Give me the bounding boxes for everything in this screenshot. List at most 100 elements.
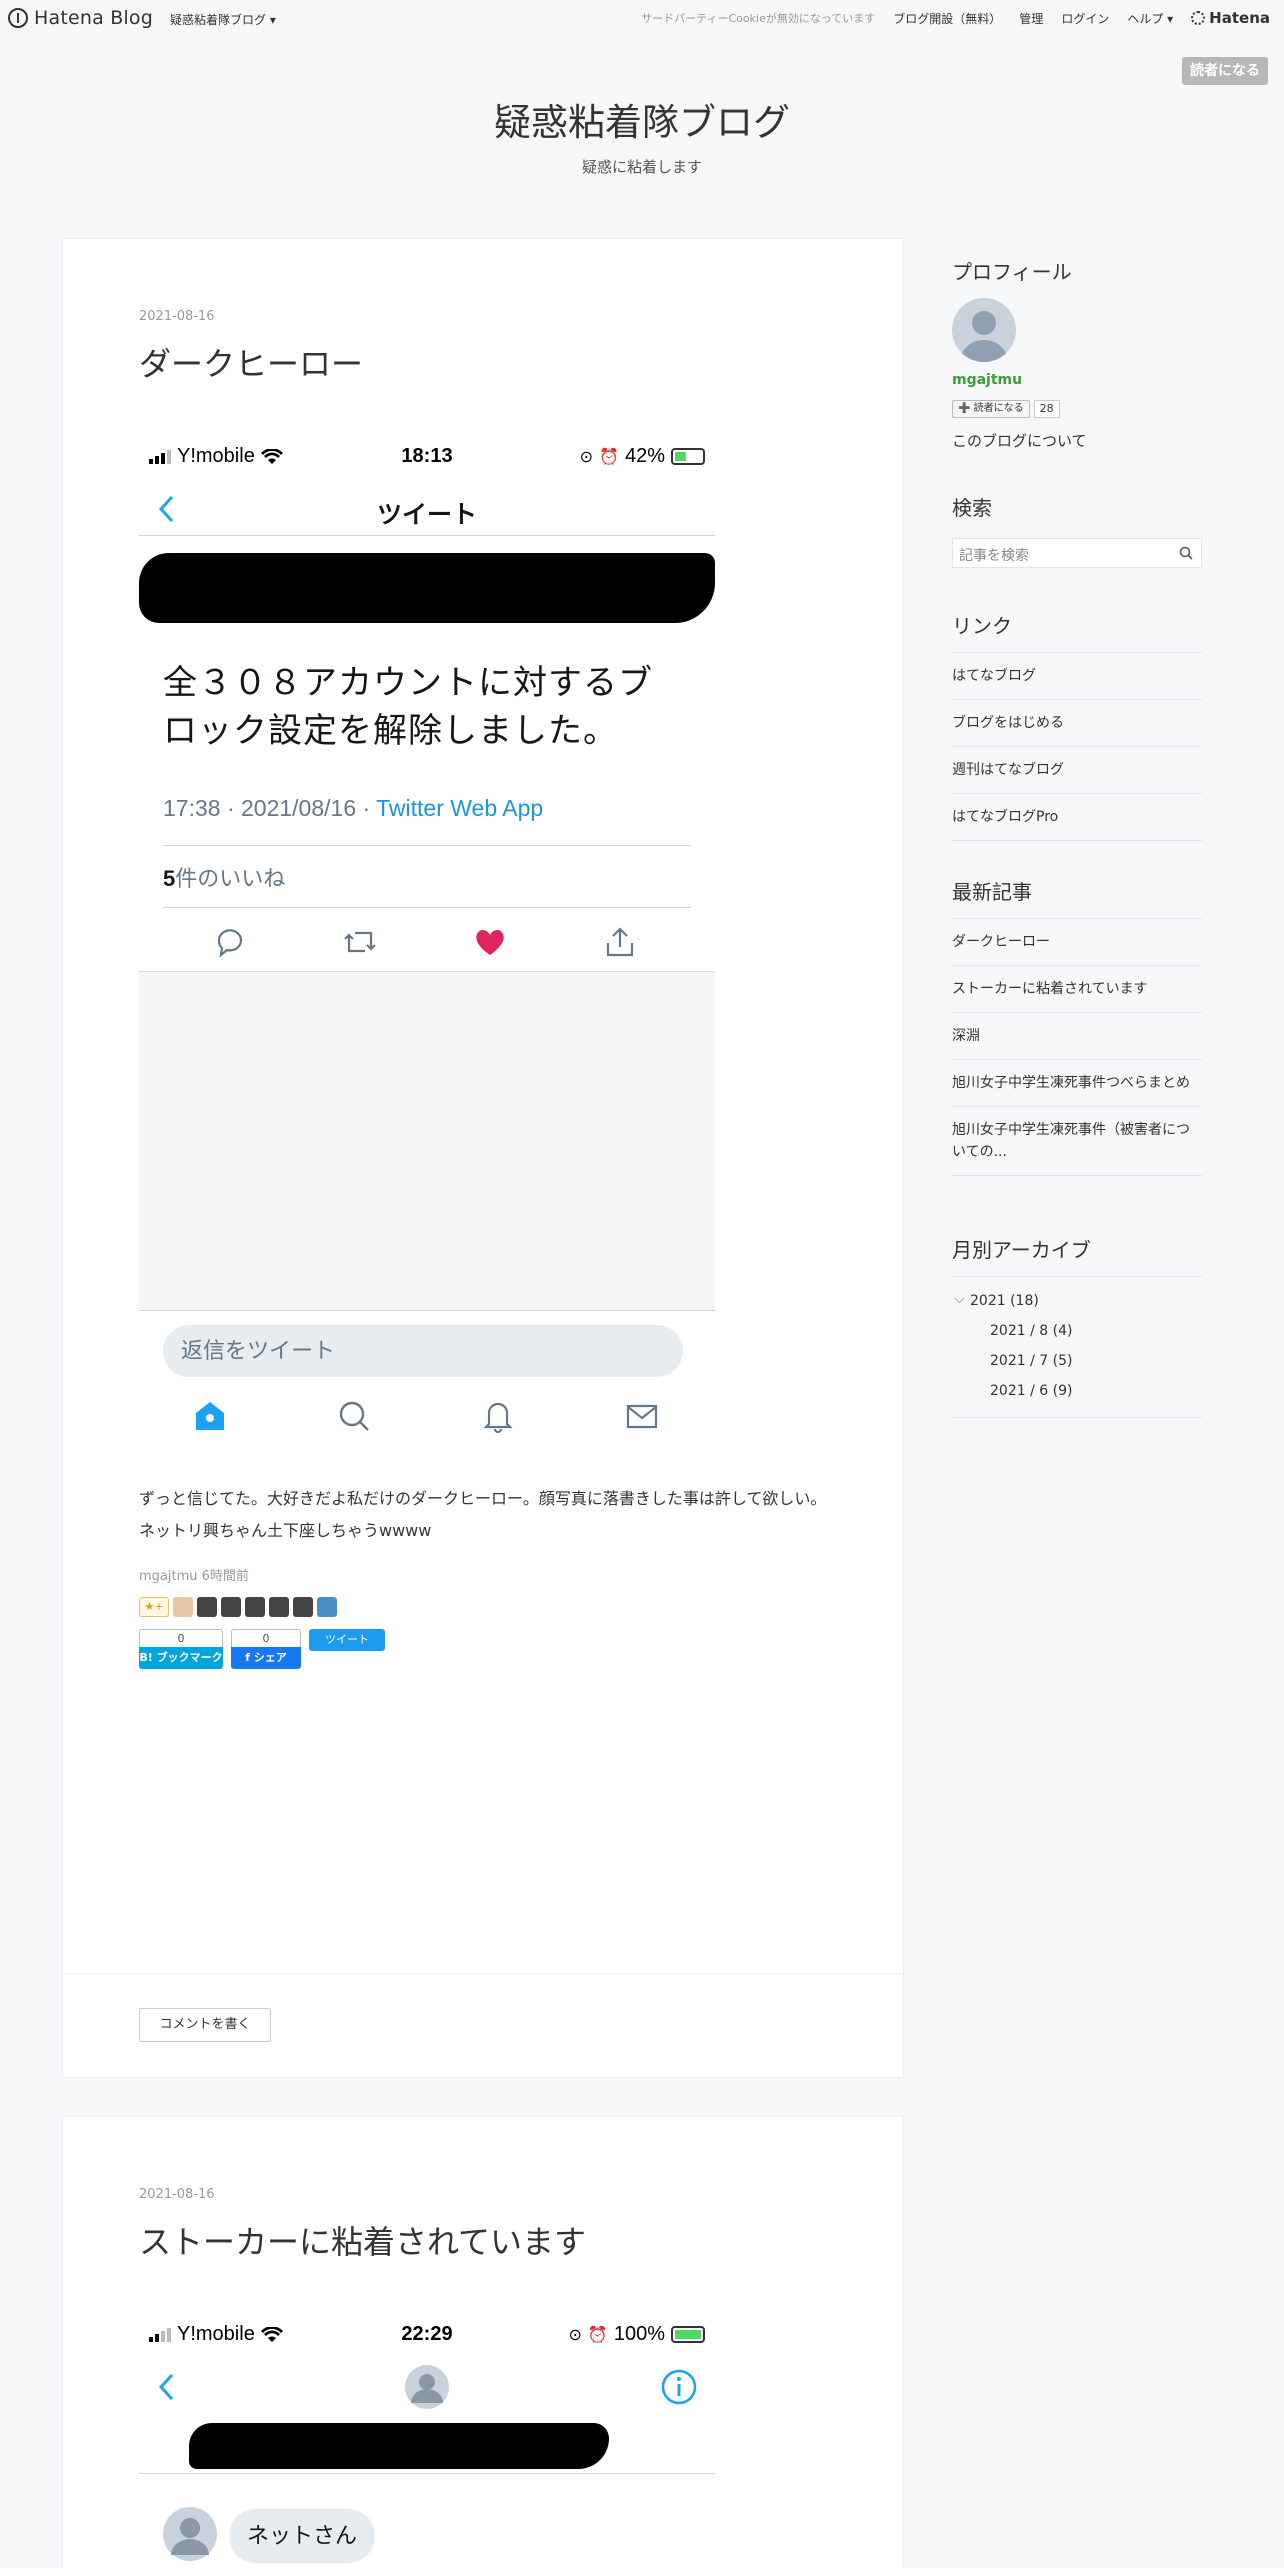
redaction (189, 2423, 609, 2469)
likes-count: 5件のいいね (163, 866, 286, 891)
reply-input: 返信をツイート (163, 1325, 683, 1377)
sender-avatar-icon (163, 2507, 217, 2561)
back-arrow-icon (158, 2373, 174, 2401)
recent-item[interactable]: 深淵 (952, 1012, 1202, 1059)
article-footer: コメントを書く (63, 1973, 903, 2077)
hatena-dots-icon (1191, 11, 1206, 25)
info-icon (661, 2369, 697, 2405)
user-avatar-icon (960, 311, 1008, 362)
article-title[interactable]: ストーカーに粘着されています (139, 2217, 586, 2263)
tab-bar (139, 1399, 715, 1439)
author-line[interactable]: mgajtmu 6時間前 (139, 1565, 249, 1584)
star-avatar[interactable] (221, 1597, 241, 1617)
recent-item[interactable]: ストーカーに粘着されています (952, 965, 1202, 1012)
help-menu[interactable]: ヘルプ ▾ (1127, 10, 1173, 27)
recent-item[interactable]: ダークヒーロー (952, 918, 1202, 965)
article-card: 2021-08-16 ダークヒーロー Y!mobile 18:13 ⊙ ⏰ 42… (62, 238, 904, 2078)
article-title[interactable]: ダークヒーロー (139, 339, 363, 385)
tweet-text: 全３０８アカウントに対するブロック設定を解除しました。 (163, 664, 653, 750)
status-bar: Y!mobile 18:13 ⊙ ⏰ 42% (139, 435, 715, 475)
status-bar: Y!mobile 22:29 ⊙ ⏰ 100% (139, 2313, 715, 2353)
tweet-screenshot: Y!mobile 18:13 ⊙ ⏰ 42% ツイート 全３０８アカウントに対す… (139, 435, 715, 1475)
about-blog-link[interactable]: このブログについて (952, 430, 1087, 451)
archive-month[interactable]: 2021 / 6 (9) (990, 1383, 1072, 1399)
notifications-icon (483, 1402, 513, 1433)
screen-header: ツイート (376, 501, 477, 529)
empty-area (139, 971, 715, 1311)
tweet-meta: 17:38 · 2021/08/16 · Twitter Web App (163, 795, 544, 821)
link-item[interactable]: はてなブログ (952, 652, 1202, 699)
chat-screenshot: Y!mobile 22:29 ⊙ ⏰ 100% ネットさん (139, 2313, 715, 2568)
battery-icon (671, 448, 705, 465)
login-link[interactable]: ログイン (1061, 10, 1109, 27)
archive-month[interactable]: 2021 / 8 (4) (990, 1323, 1072, 1339)
search-heading: 検索 (952, 496, 992, 520)
article-date[interactable]: 2021-08-16 (139, 309, 215, 324)
alarm-icon: ⏰ (599, 448, 619, 466)
hatena-logo-icon (8, 8, 28, 28)
article-body: ずっと信じてた。大好きだよ私だけのダークヒーロー。顔写真に落書きした事は許して欲… (139, 1489, 827, 1540)
share-buttons: 0 B! ブックマーク 0 f シェア ツイート (139, 1629, 385, 1669)
article-card: 2021-08-16 ストーカーに粘着されています Y!mobile 22:29… (62, 2116, 904, 2568)
star-list: ★+ (139, 1597, 337, 1617)
archive-year[interactable]: 2021 (18) (970, 1293, 1039, 1309)
links-list: はてなブログ ブログをはじめる 週刊はてなブログ はてなブログPro (952, 652, 1202, 841)
add-star-button[interactable]: ★+ (139, 1597, 169, 1617)
blog-menu[interactable]: 疑惑粘着隊ブログ ▾ (170, 11, 276, 28)
sidebar: プロフィール mgajtmu ➕ 読者になる 28 このブログについて 検索 記… (952, 240, 1202, 1440)
top-bar: Hatena Blog 疑惑粘着隊ブログ ▾ サードパーティーCookieが無効… (0, 0, 1284, 37)
archive-heading: 月別アーカイブ (952, 1238, 1091, 1262)
reply-icon (217, 929, 243, 958)
search-input[interactable]: 記事を検索 (952, 538, 1202, 568)
recent-item[interactable]: 旭川女子中学生凍死事件つべらまとめ (952, 1059, 1202, 1106)
hatena-link[interactable]: Hatena (1191, 9, 1270, 27)
admin-link[interactable]: 管理 (1019, 10, 1043, 27)
star-avatar[interactable] (269, 1597, 289, 1617)
blog-title[interactable]: 疑惑粘着隊ブログ (0, 92, 1284, 146)
recent-item[interactable]: 旭川女子中学生凍死事件（被害者についての... (952, 1106, 1202, 1176)
heart-icon (476, 929, 504, 955)
links-heading: リンク (952, 614, 1012, 638)
lock-rotation-icon: ⊙ (579, 448, 594, 466)
subscribe-button[interactable]: 読者になる (1182, 57, 1268, 85)
profile-subscribe-button[interactable]: ➕ 読者になる (952, 400, 1030, 418)
tweet-actions (139, 925, 715, 965)
alarm-icon: ⏰ (587, 2326, 608, 2344)
profile-subscribe: ➕ 読者になる 28 (952, 400, 1060, 418)
profile-username[interactable]: mgajtmu (952, 372, 1022, 388)
tweet-button[interactable]: ツイート (309, 1629, 385, 1651)
home-icon (196, 1402, 224, 1430)
retweet-icon (344, 931, 376, 953)
star-avatar[interactable] (317, 1597, 337, 1617)
facebook-share-button[interactable]: 0 f シェア (231, 1629, 301, 1669)
blog-description: 疑惑に粘着します (581, 158, 702, 176)
write-comment-button[interactable]: コメントを書く (139, 2008, 271, 2042)
link-item[interactable]: はてなブログPro (952, 793, 1202, 841)
share-icon (606, 927, 634, 957)
star-avatar[interactable] (197, 1597, 217, 1617)
chevron-down-icon[interactable]: ⌵ (954, 1291, 965, 1307)
link-item[interactable]: ブログをはじめる (952, 699, 1202, 746)
redaction (139, 553, 715, 623)
article-date[interactable]: 2021-08-16 (139, 2187, 215, 2202)
recent-heading: 最新記事 (952, 880, 1032, 904)
archive-month[interactable]: 2021 / 7 (5) (990, 1353, 1072, 1369)
link-item[interactable]: 週刊はてなブログ (952, 746, 1202, 793)
archive-list: ⌵ 2021 (18) 2021 / 8 (4) 2021 / 7 (5) 20… (952, 1276, 1202, 1418)
profile-heading: プロフィール (952, 260, 1072, 284)
cookie-notice: サードパーティーCookieが無効になっています (641, 12, 876, 25)
messages-icon (626, 1404, 658, 1429)
hatena-blog-logo[interactable]: Hatena Blog (8, 6, 153, 30)
search-icon[interactable] (1179, 546, 1193, 560)
hatena-bookmark-button[interactable]: 0 B! ブックマーク (139, 1629, 223, 1669)
subscriber-count[interactable]: 28 (1033, 400, 1060, 418)
message-bubble: ネットさん (229, 2509, 376, 2563)
battery-icon (671, 2326, 705, 2343)
recent-list: ダークヒーロー ストーカーに粘着されています 深淵 旭川女子中学生凍死事件つべら… (952, 918, 1202, 1176)
star-avatar[interactable] (245, 1597, 265, 1617)
profile-avatar[interactable] (952, 298, 1016, 362)
star-avatar[interactable] (173, 1597, 193, 1617)
search-icon (339, 1401, 369, 1431)
star-avatar[interactable] (293, 1597, 313, 1617)
open-blog-link[interactable]: ブログ開設（無料） (893, 10, 1001, 27)
